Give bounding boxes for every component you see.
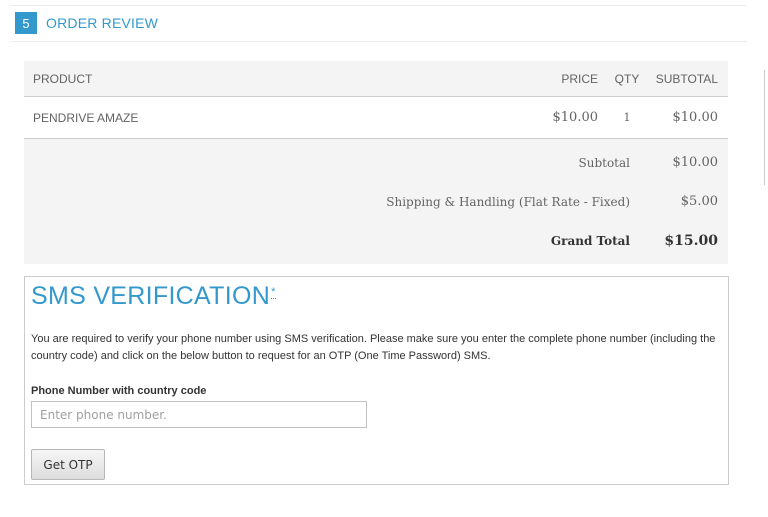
required-marker: * <box>271 285 276 299</box>
sms-title-text: SMS Verification <box>31 282 271 310</box>
sms-verification-panel: SMS Verification* You are required to ve… <box>24 276 729 485</box>
product-subtotal: $10.00 <box>672 110 719 125</box>
subtotal-label: Subtotal <box>578 155 631 170</box>
shipping-row: Shipping & Handling (Flat Rate - Fixed) … <box>24 182 728 221</box>
grand-total-label: Grand Total <box>550 233 630 248</box>
grand-total-value: $15.00 <box>664 232 718 249</box>
step-header[interactable]: 5 Order Review <box>15 12 158 34</box>
table-header: Product Price Qty Subtotal <box>24 61 728 97</box>
column-header-product: Product <box>33 71 93 86</box>
column-header-subtotal: Subtotal <box>655 71 718 86</box>
product-name: Pendrive Amaze <box>33 110 139 125</box>
header-divider <box>10 41 747 42</box>
table-row: Pendrive Amaze $10.00 1 $10.00 <box>24 97 728 139</box>
shipping-value: $5.00 <box>680 194 718 209</box>
totals-section: Subtotal $10.00 Shipping & Handling (Fla… <box>24 139 728 264</box>
top-divider <box>10 5 747 6</box>
subtotal-row: Subtotal $10.00 <box>24 143 728 182</box>
product-price: $10.00 <box>552 110 599 125</box>
product-qty: 1 <box>623 111 631 124</box>
sms-verification-title: SMS Verification* <box>31 282 276 311</box>
step-title: Order Review <box>46 15 159 31</box>
phone-number-label: Phone Number with country code <box>31 385 207 397</box>
column-header-qty: Qty <box>614 71 640 86</box>
subtotal-value: $10.00 <box>672 155 719 170</box>
order-review-table: Product Price Qty Subtotal Pendrive Amaz… <box>24 61 728 264</box>
column-header-price: Price <box>561 71 598 86</box>
sidebar-divider <box>764 70 765 185</box>
grand-total-row: Grand Total $15.00 <box>24 221 728 260</box>
sms-description: You are required to verify your phone nu… <box>31 333 716 362</box>
step-number-badge: 5 <box>15 12 37 34</box>
phone-number-input[interactable] <box>31 401 367 428</box>
shipping-label: Shipping & Handling (Flat Rate - Fixed) <box>386 194 630 209</box>
get-otp-button[interactable]: Get OTP <box>31 449 105 480</box>
